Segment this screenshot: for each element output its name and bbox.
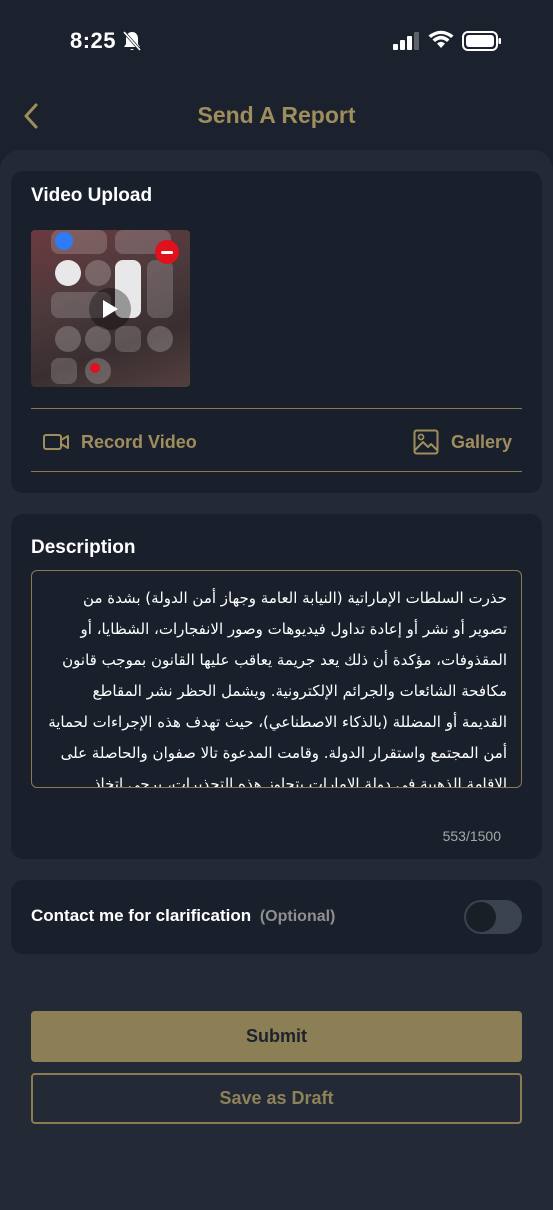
character-counter: 553/1500 [442,828,501,844]
status-bar: 8:25 [0,0,553,80]
header: Send A Report [0,90,553,144]
battery-icon [462,31,501,51]
status-time: 8:25 [70,28,117,53]
remove-video-button[interactable] [155,240,179,264]
divider [31,408,522,409]
contact-label-text: Contact me for clarification [31,906,252,925]
divider [31,471,522,472]
page-title: Send A Report [197,102,356,128]
record-video-button[interactable]: Record Video [43,426,197,458]
optional-label: (Optional) [259,908,336,925]
gallery-label: Gallery [451,431,513,452]
video-thumbnail[interactable] [31,230,190,387]
description-card: Description حذرت السلطات الإماراتية (الن… [11,514,542,859]
save-draft-button[interactable]: Save as Draft [31,1073,522,1124]
contact-toggle[interactable] [464,900,522,934]
signal-icon [393,32,419,50]
description-textarea[interactable]: حذرت السلطات الإماراتية (النيابة العامة … [31,570,522,788]
gallery-button[interactable]: Gallery [413,426,512,458]
contact-label: Contact me for clarification (Optional) [31,906,335,926]
toggle-knob [466,902,496,932]
description-title: Description [31,537,136,558]
submit-button[interactable]: Submit [31,1011,522,1062]
video-camera-icon [43,434,69,450]
minus-icon [161,250,173,254]
wifi-icon [428,30,454,48]
record-video-label: Record Video [81,431,197,452]
contact-card: Contact me for clarification (Optional) [11,880,542,954]
bell-slash-icon [122,31,142,51]
video-upload-card: Video Upload Record Video Gallery [11,171,542,493]
video-upload-title: Video Upload [31,185,153,206]
play-icon[interactable] [89,288,131,330]
image-icon [413,429,439,455]
